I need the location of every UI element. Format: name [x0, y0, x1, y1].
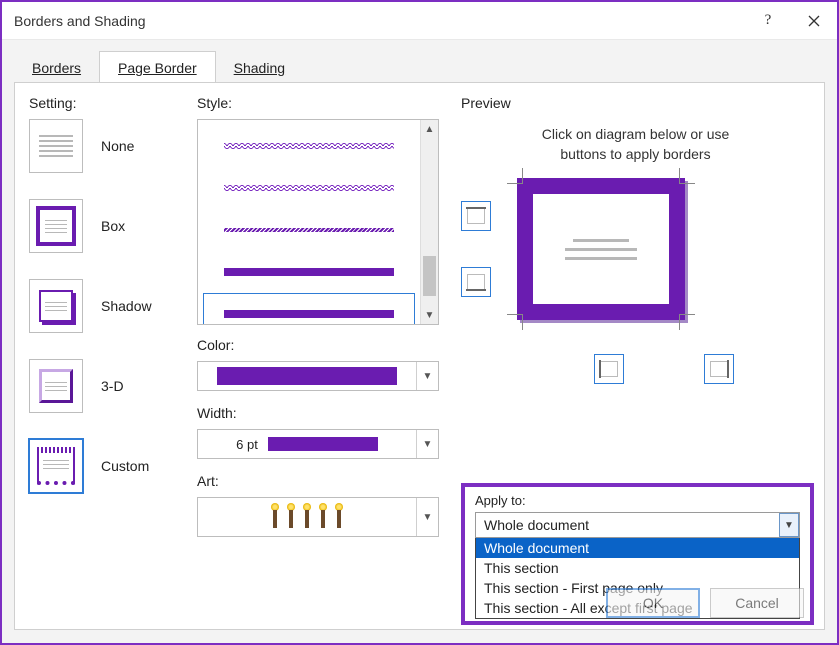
border-bottom-button[interactable]	[461, 267, 491, 297]
style-label: Style:	[197, 95, 439, 111]
style-solid-wide-2[interactable]	[204, 294, 414, 324]
style-scrollbar[interactable]: ▲ ▼	[420, 120, 438, 324]
close-button[interactable]	[791, 2, 837, 40]
chevron-down-icon: ▼	[416, 498, 438, 536]
tab-page-border[interactable]: Page Border	[99, 51, 216, 82]
width-swatch	[268, 437, 378, 451]
style-list[interactable]: ▲ ▼	[197, 119, 439, 325]
setting-box[interactable]: Box	[29, 199, 189, 253]
color-swatch	[217, 367, 397, 385]
chevron-down-icon: ▼	[779, 513, 799, 537]
border-left-button[interactable]	[594, 354, 624, 384]
chevron-down-icon: ▼	[416, 430, 438, 458]
scroll-down-icon[interactable]: ▼	[421, 306, 438, 324]
cancel-button[interactable]: Cancel	[710, 588, 804, 618]
dialog-body: Setting: None Box Shadow	[14, 82, 825, 630]
scroll-thumb[interactable]	[423, 256, 436, 296]
titlebar: Borders and Shading ?	[2, 2, 837, 40]
crop-mark	[679, 314, 695, 330]
window-title: Borders and Shading	[14, 13, 745, 29]
art-icon	[269, 505, 281, 529]
setting-none[interactable]: None	[29, 119, 189, 173]
width-combo[interactable]: 6 pt ▼	[197, 429, 439, 459]
setting-label: Setting:	[29, 95, 189, 111]
style-solid-wide[interactable]	[204, 252, 414, 292]
style-wavy-1[interactable]	[204, 126, 414, 166]
border-right-button[interactable]	[704, 354, 734, 384]
tab-borders[interactable]: Borders	[14, 52, 99, 82]
art-icon	[285, 505, 297, 529]
style-wavy-2[interactable]	[204, 168, 414, 208]
crop-mark	[507, 168, 523, 184]
tabstrip: Borders Page Border Shading	[2, 40, 837, 82]
borders-shading-dialog: Borders and Shading ? Borders Page Borde…	[0, 0, 839, 645]
art-icon	[317, 505, 329, 529]
setting-shadow[interactable]: Shadow	[29, 279, 189, 333]
page-preview[interactable]	[517, 178, 685, 320]
scroll-up-icon[interactable]: ▲	[421, 120, 438, 138]
setting-custom[interactable]: Custom	[29, 439, 189, 493]
crop-mark	[679, 168, 695, 184]
art-icon	[333, 505, 345, 529]
art-label: Art:	[197, 473, 439, 489]
help-button[interactable]: ?	[745, 2, 791, 40]
ok-button[interactable]: OK	[606, 588, 700, 618]
art-icon	[301, 505, 313, 529]
style-diagonal[interactable]	[204, 210, 414, 250]
dialog-footer: OK Cancel	[606, 588, 804, 618]
width-label: Width:	[197, 405, 439, 421]
apply-to-option[interactable]: Whole document	[476, 538, 799, 558]
crop-mark	[507, 314, 523, 330]
color-combo[interactable]: ▼	[197, 361, 439, 391]
apply-to-option[interactable]: This section	[476, 558, 799, 578]
tab-shading[interactable]: Shading	[216, 52, 303, 82]
apply-to-label: Apply to:	[475, 493, 526, 508]
apply-to-combo[interactable]: Whole document ▼	[475, 512, 800, 538]
preview-hint: Click on diagram below or usebuttons to …	[461, 125, 810, 164]
width-value: 6 pt	[236, 437, 258, 452]
preview-label: Preview	[461, 95, 511, 111]
art-combo[interactable]: ▼	[197, 497, 439, 537]
setting-3d[interactable]: 3-D	[29, 359, 189, 413]
color-label: Color:	[197, 337, 439, 353]
border-top-button[interactable]	[461, 201, 491, 231]
apply-to-selected: Whole document	[476, 517, 779, 533]
chevron-down-icon: ▼	[416, 362, 438, 390]
